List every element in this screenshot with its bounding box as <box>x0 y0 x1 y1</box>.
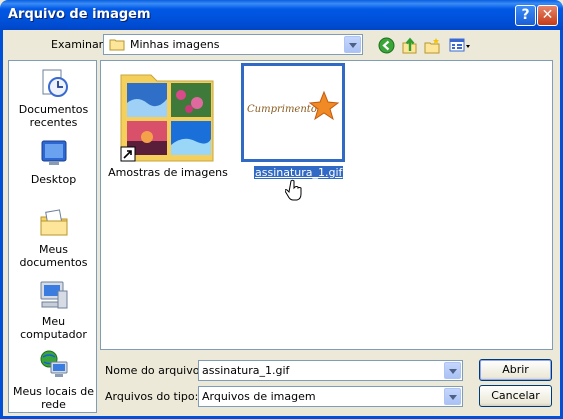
hand-cursor-icon <box>285 179 302 201</box>
place-label: Meus documentos <box>19 243 88 269</box>
place-label: Documentos recentes <box>18 103 89 129</box>
look-in-combo[interactable]: Minhas imagens <box>103 34 363 55</box>
help-button[interactable]: ? <box>515 5 536 26</box>
file-type-value: Arquivos de imagem <box>202 390 316 403</box>
file-type-dropdown-button[interactable] <box>444 388 461 405</box>
title-bar[interactable]: Arquivo de imagem ? ✕ <box>0 0 563 30</box>
look-in-value: Minhas imagens <box>130 38 220 51</box>
file-type-select[interactable]: Arquivos de imagem <box>198 386 463 407</box>
file-item-gif[interactable]: Cumprimentos assinatura_1.gif <box>101 61 361 186</box>
folder-icon <box>109 39 125 51</box>
view-menu-icon[interactable] <box>449 37 471 54</box>
place-label: Meu computador <box>20 315 87 341</box>
place-network-places[interactable]: Meus locais de rede <box>9 349 98 411</box>
new-folder-icon[interactable] <box>424 37 441 54</box>
close-button[interactable]: ✕ <box>537 5 558 26</box>
open-button[interactable]: Abrir <box>479 359 552 381</box>
desktop-icon <box>41 140 66 165</box>
gif-thumbnail: Cumprimentos <box>241 63 345 162</box>
network-places-icon <box>40 350 67 377</box>
recent-documents-icon <box>42 69 68 97</box>
window-frame-left <box>0 30 3 419</box>
file-name-value: assinatura_1.gif <box>202 364 290 377</box>
file-list[interactable]: Amostras de imagens Cumprimentos assinat… <box>100 60 553 350</box>
place-label: Meus locais de rede <box>12 385 95 411</box>
place-label: Desktop <box>30 173 77 186</box>
file-name-input[interactable]: assinatura_1.gif <box>198 360 463 381</box>
file-type-field-label: Arquivos do tipo: <box>105 390 199 403</box>
file-name-label: assinatura_1.gif <box>252 165 345 180</box>
back-icon[interactable] <box>378 37 395 54</box>
up-folder-icon[interactable] <box>401 37 418 54</box>
my-documents-icon <box>40 209 67 236</box>
signature-image: Cumprimentos <box>247 90 340 121</box>
signature-image-text: Cumprimentos <box>247 104 322 115</box>
places-bar: Documentos recentes Desktop Meus documen… <box>8 60 97 413</box>
my-computer-icon <box>40 281 67 309</box>
place-recent-documents[interactable]: Documentos recentes <box>9 67 98 129</box>
place-desktop[interactable]: Desktop <box>9 137 98 186</box>
cancel-button[interactable]: Cancelar <box>479 385 552 407</box>
place-my-computer[interactable]: Meu computador <box>9 279 98 341</box>
look-in-dropdown-button[interactable] <box>344 36 361 53</box>
file-name-dropdown-button[interactable] <box>444 362 461 379</box>
window-title: Arquivo de imagem <box>8 7 151 22</box>
file-name-field-label: Nome do arquivo: <box>105 364 204 377</box>
look-in-label: Examinar: <box>51 38 107 51</box>
place-my-documents[interactable]: Meus documentos <box>9 207 98 269</box>
